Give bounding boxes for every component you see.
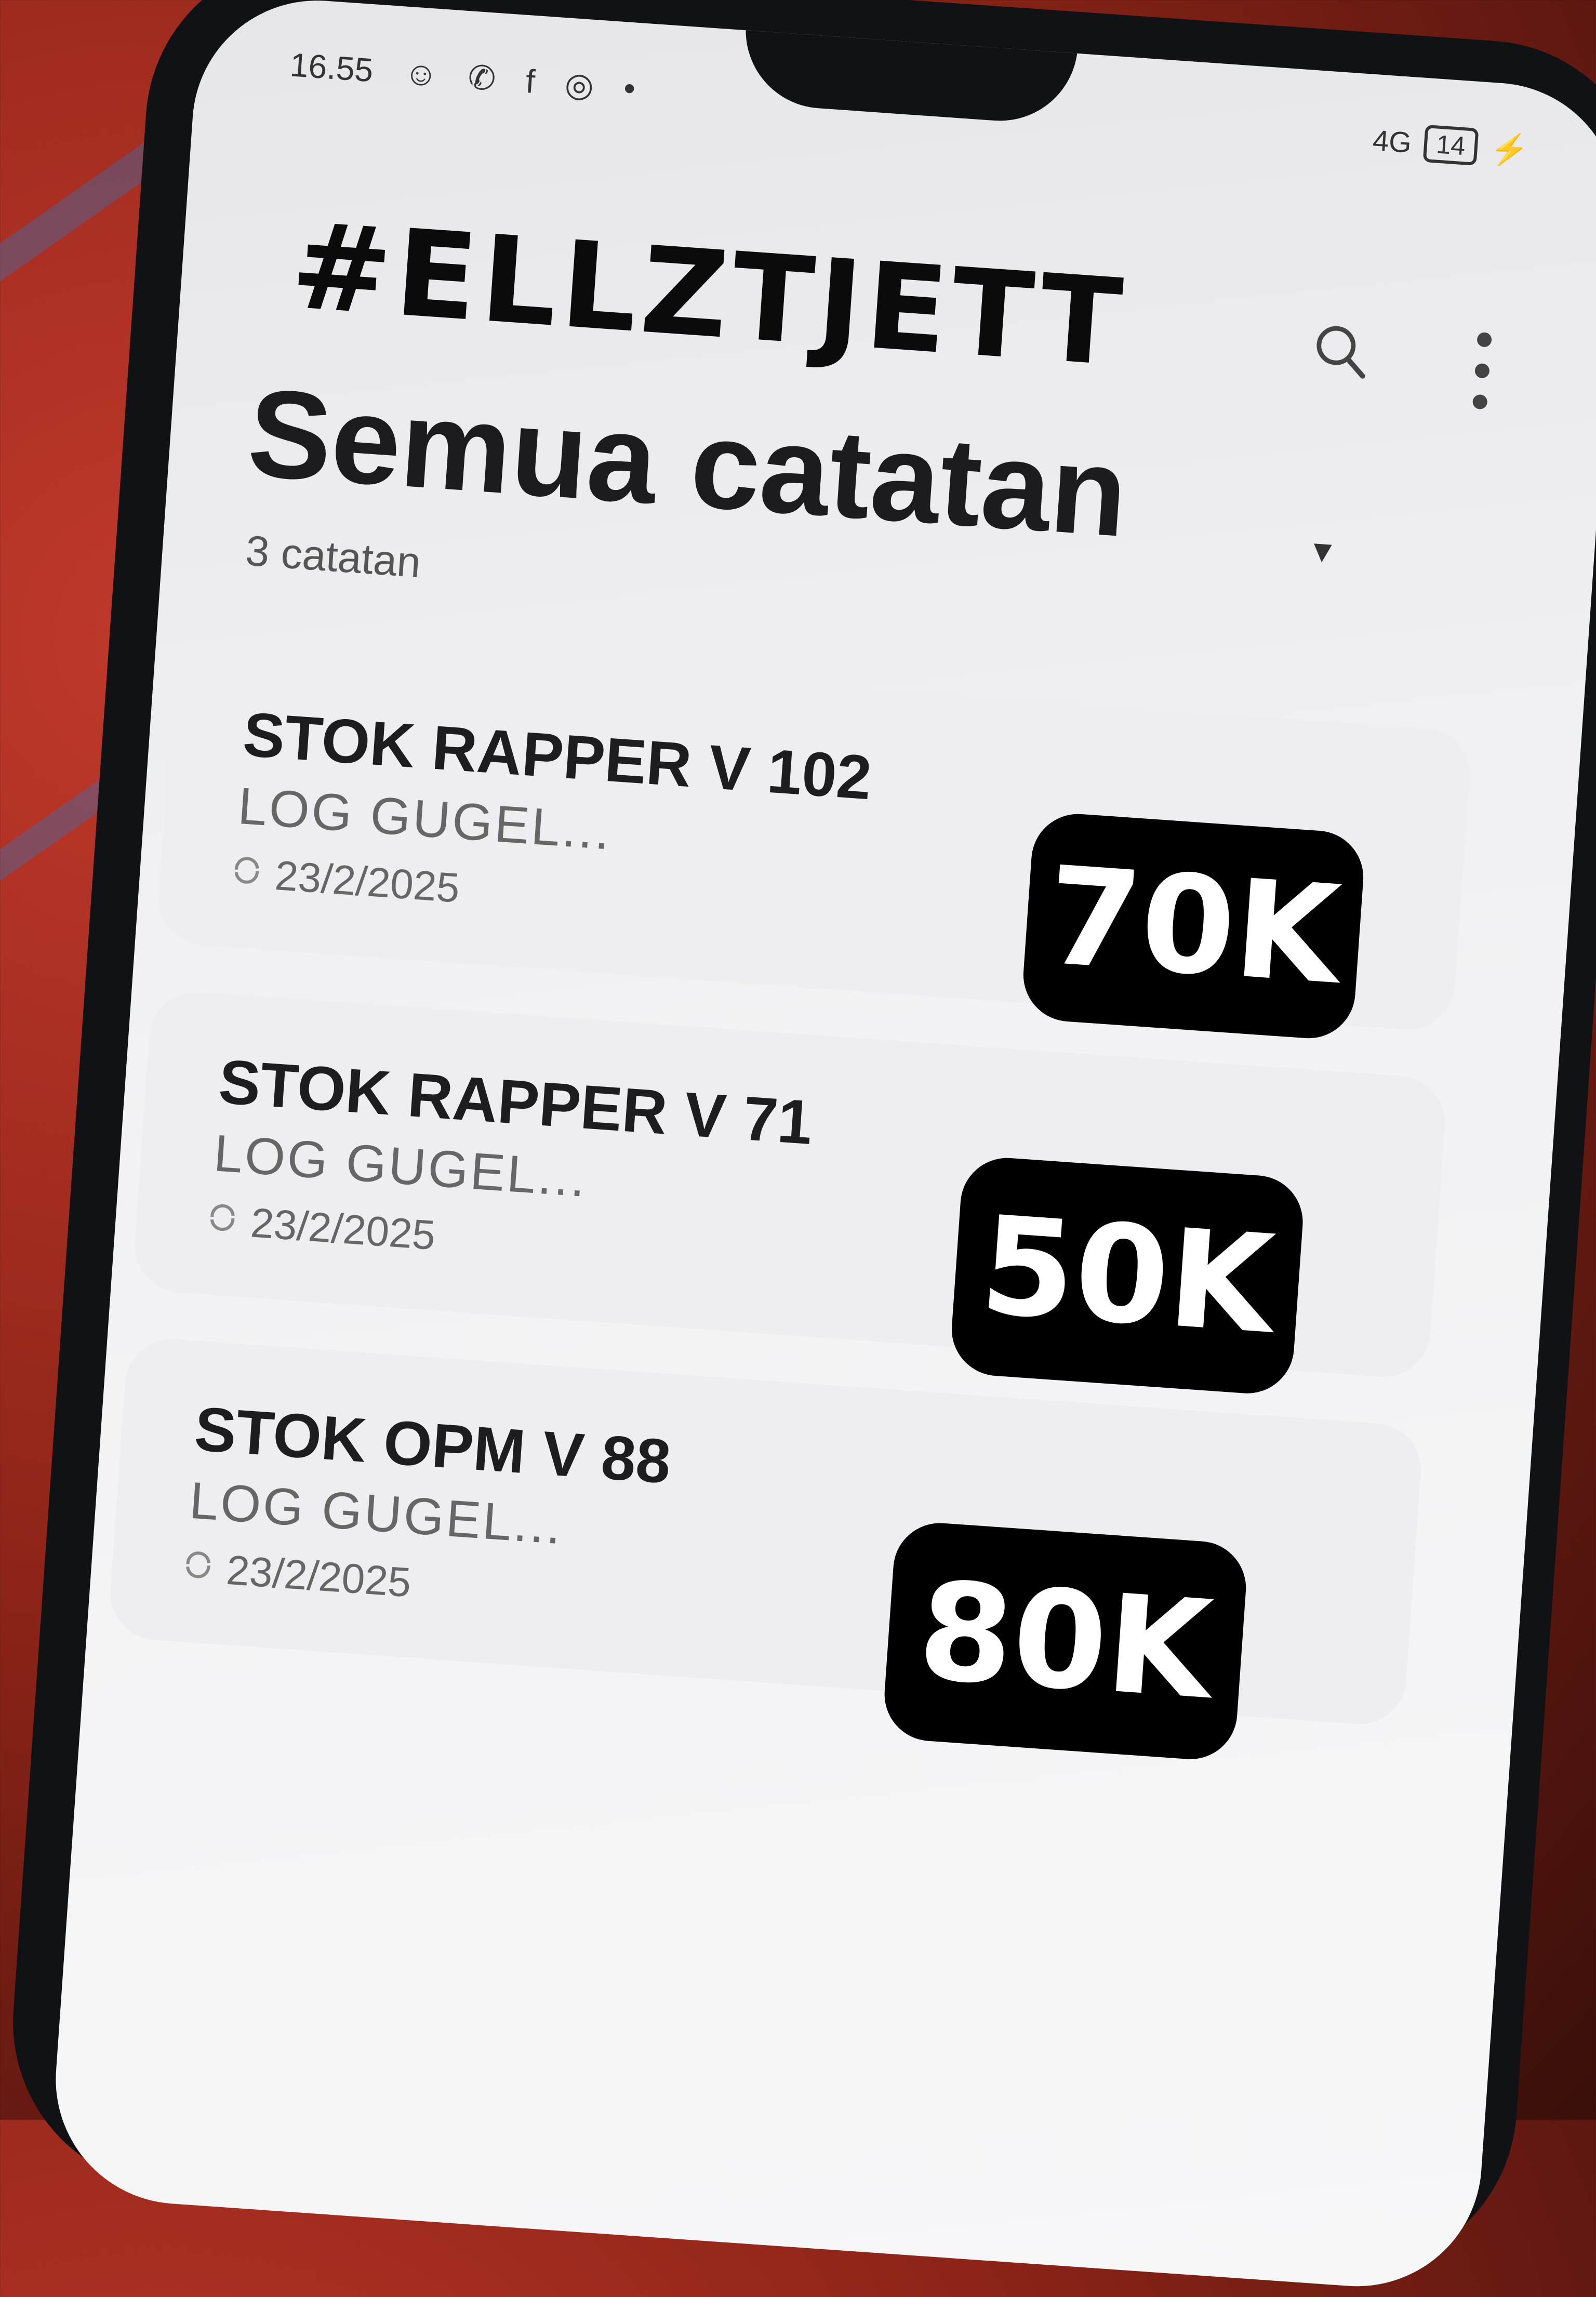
note-date: 23/2/2025: [249, 1199, 437, 1259]
phone-frame: 16.55 ☺ ✆ f ◎ • 4G 14 ⚡ #ELLZTJETT Semua…: [2, 0, 1596, 2295]
notification-icons: ☺ ✆ f ◎ •: [403, 54, 647, 109]
brand-overlay: #ELLZTJETT: [287, 196, 1130, 394]
price-badge: 80K: [881, 1520, 1249, 1762]
note-count: 3 catatan: [244, 527, 422, 587]
price-badge: 70K: [1020, 811, 1367, 1042]
sync-icon: [210, 1204, 235, 1231]
status-right: 4G 14 ⚡: [1372, 121, 1530, 169]
app-icon: ◎: [563, 65, 606, 105]
charging-icon: ⚡: [1488, 130, 1531, 168]
status-time: 16.55: [288, 46, 375, 89]
whatsapp-icon: ✆: [467, 58, 508, 99]
chevron-down-icon[interactable]: ▾: [1312, 528, 1333, 572]
price-badge: 50K: [948, 1154, 1306, 1397]
note-date: 23/2/2025: [224, 1546, 413, 1606]
facebook-icon: f: [524, 62, 547, 101]
sync-icon: [234, 857, 259, 884]
page-title[interactable]: Semua catatan: [244, 361, 1132, 565]
note-date: 23/2/2025: [273, 852, 461, 911]
sync-icon: [186, 1551, 210, 1578]
battery-icon: 14: [1422, 124, 1479, 166]
search-icon[interactable]: [1310, 320, 1371, 381]
more-vert-icon[interactable]: [1469, 326, 1496, 415]
notification-icon: ☺: [403, 54, 450, 95]
app-screen: 16.55 ☺ ✆ f ◎ • 4G 14 ⚡ #ELLZTJETT Semua…: [47, 0, 1596, 2295]
signal-icon: 4G: [1372, 123, 1413, 159]
more-notifications-dot: •: [622, 69, 647, 108]
